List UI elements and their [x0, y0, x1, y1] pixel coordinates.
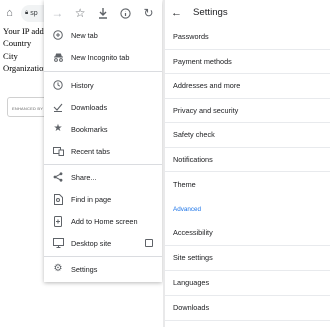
menu-item-downloads[interactable]: Downloads — [44, 98, 162, 116]
desktop-icon — [52, 237, 64, 249]
settings-item-label: Languages — [173, 278, 210, 288]
settings-item-privacy[interactable]: Privacy and security — [165, 99, 330, 123]
settings-item-notifications[interactable]: Notifications — [165, 148, 330, 172]
settings-item-label: Passwords — [173, 32, 209, 42]
download-icon[interactable] — [96, 7, 109, 20]
recent-tabs-icon — [52, 145, 64, 157]
settings-item-site-settings[interactable]: Site settings — [165, 246, 330, 271]
refresh-icon[interactable]: ↻ — [142, 7, 155, 20]
incognito-icon — [52, 51, 64, 63]
settings-item-accessibility[interactable]: Accessibility — [165, 221, 330, 246]
settings-item-label: Safety check — [173, 130, 215, 140]
menu-item-settings[interactable]: ⚙ Settings — [44, 260, 162, 278]
menu-item-label: New Incognito tab — [71, 52, 130, 62]
ad-label: ENHANCED BY — [12, 106, 44, 111]
settings-item-label: Downloads — [173, 303, 210, 313]
settings-item-payment-methods[interactable]: Payment methods — [165, 50, 330, 74]
settings-screen: ← Settings Passwords Payment methods Add… — [165, 0, 330, 327]
settings-item-label: Accessibility — [173, 228, 213, 238]
arrow-forward-icon[interactable]: → — [51, 7, 64, 20]
settings-item-safety-check[interactable]: Safety check — [165, 123, 330, 148]
settings-item-label: Theme — [173, 179, 196, 189]
menu-item-desktop-site[interactable]: Desktop site — [44, 234, 162, 252]
settings-item-theme[interactable]: Theme — [165, 172, 330, 197]
menu-item-label: Recent tabs — [71, 146, 110, 156]
advanced-section-header: Advanced — [173, 206, 202, 213]
menu-item-label: Find in page — [71, 194, 112, 204]
menu-item-label: Downloads — [71, 102, 108, 112]
menu-divider — [44, 256, 162, 257]
info-icon[interactable] — [119, 7, 132, 20]
menu-item-history[interactable]: History — [44, 76, 162, 94]
overflow-menu: → ☆ ↻ New tab New Incognito tab History … — [44, 0, 162, 282]
menu-top-row: → ☆ ↻ — [44, 0, 162, 26]
star-icon[interactable]: ☆ — [74, 7, 87, 20]
menu-item-new-incognito-tab[interactable]: New Incognito tab — [44, 48, 162, 66]
menu-item-share[interactable]: Share... — [44, 168, 162, 186]
settings-item-label: Payment methods — [173, 56, 232, 66]
settings-item-label: Privacy and security — [173, 105, 239, 115]
bookmarks-icon: ★ — [53, 123, 63, 134]
menu-divider — [44, 164, 162, 165]
add-home-icon — [52, 215, 64, 227]
desktop-site-checkbox[interactable] — [145, 239, 153, 247]
menu-item-label: Desktop site — [71, 238, 112, 248]
url-text: sp — [30, 9, 38, 17]
settings-item-passwords[interactable]: Passwords — [165, 25, 330, 50]
menu-item-label: New tab — [71, 30, 98, 40]
page-title: Settings — [193, 7, 228, 18]
menu-item-find-in-page[interactable]: Find in page — [44, 190, 162, 208]
browser-screen: ⌂ 🔒︎ sp Your IP addr Country City Organi… — [0, 0, 163, 327]
menu-item-label: Bookmarks — [71, 124, 108, 134]
downloads-icon — [52, 101, 64, 113]
menu-item-label: History — [71, 80, 94, 90]
settings-item-label: Notifications — [173, 154, 213, 164]
settings-item-label: Site settings — [173, 253, 213, 263]
settings-item-downloads[interactable]: Downloads — [165, 296, 330, 321]
lock-icon: 🔒︎ — [25, 9, 29, 16]
settings-item-addresses[interactable]: Addresses and more — [165, 74, 330, 99]
menu-item-label: Add to Home screen — [71, 216, 138, 226]
back-arrow-icon[interactable]: ← — [171, 7, 185, 19]
find-in-page-icon — [52, 193, 64, 205]
settings-header: ← Settings — [165, 0, 330, 25]
menu-item-bookmarks[interactable]: ★ Bookmarks — [44, 120, 162, 138]
menu-item-recent-tabs[interactable]: Recent tabs — [44, 142, 162, 160]
share-icon — [52, 171, 64, 183]
home-icon[interactable]: ⌂ — [3, 7, 16, 20]
settings-item-languages[interactable]: Languages — [165, 271, 330, 296]
menu-item-label: Share... — [71, 172, 97, 182]
history-icon — [52, 79, 64, 91]
settings-icon: ⚙ — [53, 263, 63, 274]
settings-item-label: Addresses and more — [173, 81, 241, 91]
new-tab-icon — [52, 29, 64, 41]
menu-item-new-tab[interactable]: New tab — [44, 26, 162, 44]
menu-item-add-to-home-screen[interactable]: Add to Home screen — [44, 212, 162, 230]
menu-divider — [44, 71, 162, 72]
menu-item-label: Settings — [71, 264, 98, 274]
